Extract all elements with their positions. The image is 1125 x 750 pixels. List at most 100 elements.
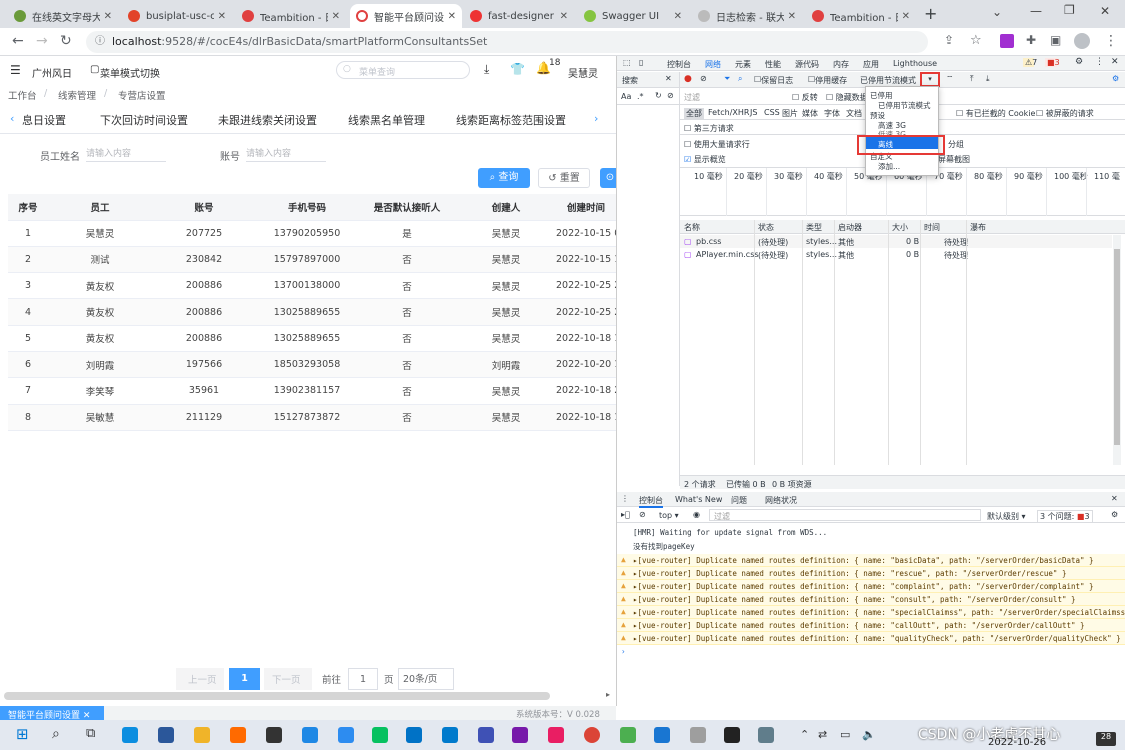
devtools-tab[interactable]: 源代码	[795, 59, 819, 70]
type-filter[interactable]: Fetch/XHR	[708, 108, 749, 117]
close-icon[interactable]: ✕	[448, 11, 456, 22]
devtools-tab[interactable]: 应用	[863, 59, 879, 70]
devtools-tab[interactable]: Lighthouse	[893, 59, 937, 68]
type-filter[interactable]: 图片	[782, 108, 798, 119]
theme-shirt-icon[interactable]: 👕	[510, 62, 525, 76]
tab-search-icon[interactable]: ⌄	[992, 5, 1002, 19]
tab-item[interactable]: 息日设置	[22, 112, 66, 128]
context-select[interactable]: top ▾	[659, 511, 679, 520]
type-filter[interactable]: 字体	[824, 108, 840, 119]
close-icon[interactable]: ✕	[788, 11, 796, 22]
wechat-icon[interactable]	[372, 727, 388, 743]
restore-icon[interactable]: ❐	[1064, 3, 1075, 17]
drawer-tab[interactable]: What's New	[675, 495, 722, 504]
terminal-icon[interactable]	[724, 727, 740, 743]
drawer-tab[interactable]: 问题	[731, 495, 747, 506]
browser-tab[interactable]: Swagger UI ✕	[578, 4, 688, 28]
console-warning-line[interactable]: ▲ ▸[vue-router] Duplicate named routes de…	[617, 593, 1125, 606]
devtools-tab[interactable]: 控制台	[667, 59, 691, 70]
hamburger-icon[interactable]: ☰	[10, 63, 21, 77]
devtools-tab-active[interactable]: 网络	[705, 59, 721, 70]
page-size-select[interactable]: 20条/页	[398, 668, 454, 690]
regex-icon[interactable]: .*	[637, 92, 644, 101]
blocked-requests-checkbox[interactable]: ☐ 被屏蔽的请求	[1036, 108, 1094, 119]
nox-icon[interactable]	[266, 727, 282, 743]
windows-start-icon[interactable]: ⊞	[16, 725, 29, 743]
query-button[interactable]: ⌕ 查询	[478, 168, 530, 188]
console-warning-line[interactable]: ▲ ▸[vue-router] Duplicate named routes de…	[617, 632, 1125, 645]
clear-icon[interactable]: ⊘	[667, 91, 674, 100]
console-warning-line[interactable]: ▲ ▸[vue-router] Duplicate named routes de…	[617, 554, 1125, 567]
error-count-badge[interactable]: ■ 3	[1045, 58, 1060, 67]
account-input[interactable]: 请输入内容	[246, 146, 326, 162]
close-icon[interactable]: ✕	[104, 11, 112, 22]
browser-tab[interactable]: 日志检索 - 联大 ✕	[692, 4, 802, 28]
app-icon[interactable]	[690, 727, 706, 743]
app-icon[interactable]	[758, 727, 774, 743]
current-user[interactable]: 吴慧灵	[568, 65, 598, 80]
volume-icon[interactable]: 🔈	[862, 728, 876, 741]
settings-gear-icon[interactable]: ⚙	[1075, 57, 1083, 67]
back-icon[interactable]: ←	[12, 33, 24, 49]
forward-icon[interactable]: →	[36, 33, 48, 49]
download-app-icon[interactable]	[338, 727, 354, 743]
table-row[interactable]: 2 测试 230842 15797897000 否吴慧灵 2022-10-15 1	[8, 246, 616, 274]
console-warning-line[interactable]: ▲ ▸[vue-router] Duplicate named routes de…	[617, 580, 1125, 593]
type-filter[interactable]: JS	[750, 108, 757, 117]
new-tab-button[interactable]: +	[924, 4, 937, 23]
goto-input[interactable]: 1	[348, 668, 378, 690]
network-column-header[interactable]: 状态	[758, 222, 774, 233]
type-filter[interactable]: CSS	[764, 108, 780, 117]
app-icon[interactable]	[548, 727, 564, 743]
inspect-icon[interactable]: ⬚	[623, 58, 631, 67]
app-icon[interactable]	[620, 727, 636, 743]
feishu-icon[interactable]	[302, 727, 318, 743]
device-toggle-icon[interactable]: ▯	[639, 58, 643, 67]
browser-tab[interactable]: busiplat-usc-c ✕	[122, 4, 232, 28]
group-by-frame-label[interactable]: 分组	[948, 139, 964, 150]
edge-icon[interactable]	[122, 727, 138, 743]
drawer-menu-icon[interactable]: ⋮	[621, 494, 629, 503]
type-filter-all[interactable]: 全部	[684, 108, 704, 119]
table-row[interactable]: 5 黄友权 200886 13025889655 否吴慧灵 2022-10-18 1	[8, 325, 616, 352]
scrollbar-thumb[interactable]	[1114, 249, 1120, 445]
console-settings-icon[interactable]: ⚙	[1111, 510, 1118, 519]
network-conditions-icon[interactable]: ⌔	[946, 74, 954, 84]
word-icon[interactable]	[158, 727, 174, 743]
close-icon[interactable]: ✕	[218, 11, 226, 22]
network-column-header[interactable]: 启动器	[838, 222, 862, 233]
sidepanel-icon[interactable]: ▣	[1050, 33, 1061, 47]
next-page-button[interactable]: 下一页	[264, 668, 312, 690]
console-warning-line[interactable]: ▲ ▸[vue-router] Duplicate named routes de…	[617, 619, 1125, 632]
tab-item[interactable]: 未跟进线索关闭设置	[218, 112, 317, 128]
menu-item-add[interactable]: 添加...	[878, 161, 900, 172]
tray-expand-icon[interactable]: ⌃	[800, 728, 809, 741]
browser-tab[interactable]: Teambition - 日 ✕	[806, 4, 916, 28]
throttle-select[interactable]: 已停用节流模式	[860, 75, 916, 86]
warning-count-badge[interactable]: ⚠ 7	[1023, 58, 1037, 67]
app-icon[interactable]	[478, 727, 494, 743]
battery-icon[interactable]: ▭	[840, 728, 850, 741]
outlook-icon[interactable]	[406, 727, 422, 743]
browser-tab[interactable]: Teambition - 日 ✕	[236, 4, 346, 28]
table-row[interactable]: 8 吴敏慧 211129 15127873872 否吴慧灵 2022-10-18 1	[8, 404, 616, 431]
record-icon[interactable]: ●	[684, 74, 692, 84]
table-row[interactable]: 6 刘明霞 197566 18503293058 否刘明霞 2022-10-20 1	[8, 351, 616, 379]
tabs-scroll-right-icon[interactable]: ›	[594, 112, 598, 125]
match-case-icon[interactable]: Aa	[621, 92, 631, 101]
reload-icon[interactable]: ↻	[60, 33, 72, 49]
current-page-button[interactable]: 1	[229, 668, 260, 690]
profile-avatar[interactable]	[1074, 33, 1090, 49]
notification-center-icon[interactable]: 28	[1096, 732, 1116, 746]
download-icon[interactable]: ⤓	[484, 62, 489, 77]
screenshots-label[interactable]: 屏幕截图	[938, 154, 970, 165]
maps-icon[interactable]	[654, 727, 670, 743]
clear-console-icon[interactable]: ⊘	[639, 510, 646, 519]
search-icon[interactable]: ⌕	[52, 726, 60, 742]
network-request-row[interactable]: ▢ pb.css (待处理) styles... 其他 0 B 待处理	[680, 235, 1112, 248]
more-options-icon[interactable]: ⋮	[1095, 57, 1104, 67]
preserve-log-checkbox[interactable]: ☐ 保留日志	[754, 75, 793, 85]
sidebar-toggle-icon[interactable]: ▸⃞	[621, 510, 630, 519]
close-icon[interactable]: ✕	[674, 11, 682, 22]
menu-mode-icon[interactable]: ▢	[90, 64, 99, 75]
